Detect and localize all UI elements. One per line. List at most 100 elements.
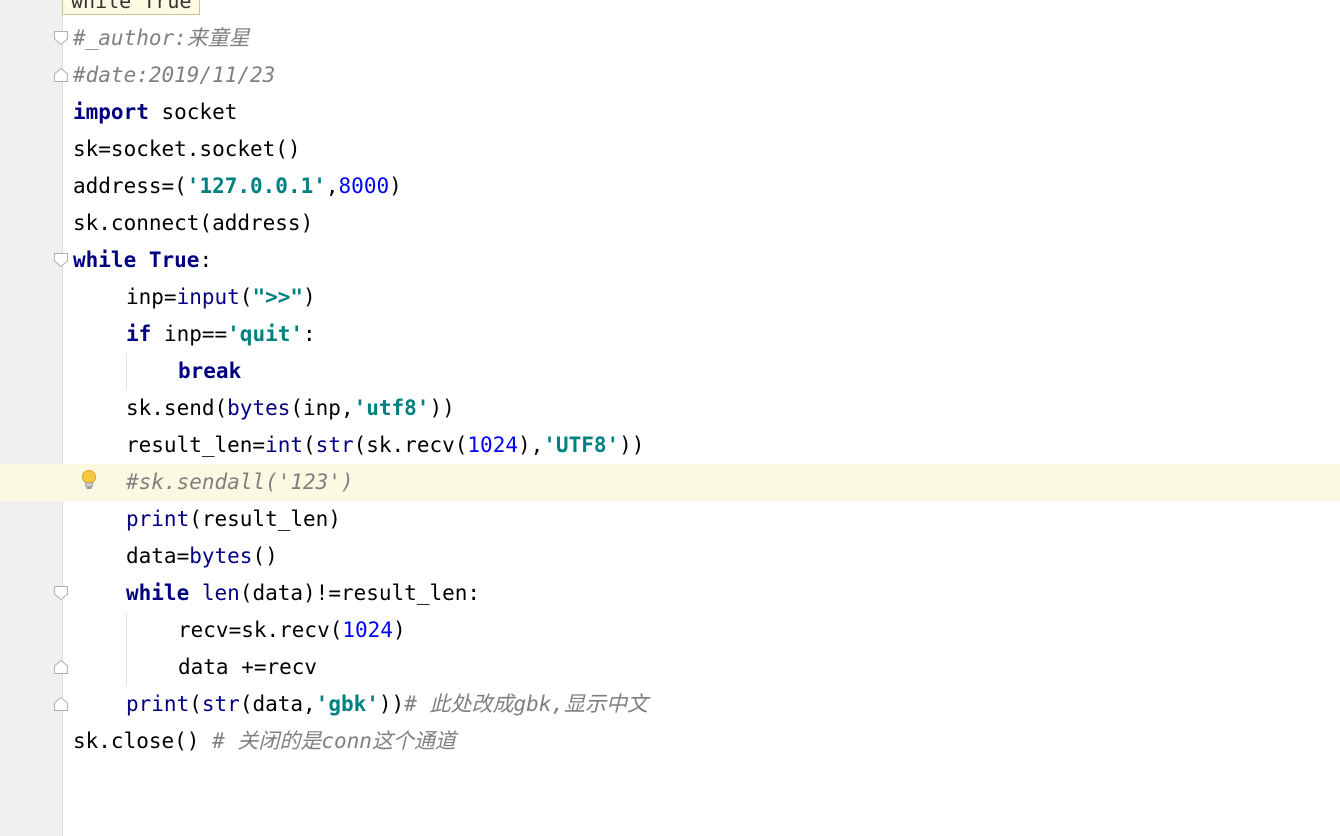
code-token: )	[389, 174, 402, 198]
string-literal: 'quit'	[227, 322, 304, 346]
code-token: (	[189, 692, 202, 716]
code-line[interactable]: sk.close() # 关闭的是conn这个通道	[0, 723, 1340, 760]
code-text: data=bytes()	[126, 538, 278, 575]
code-line[interactable]: data +=recv	[0, 649, 1340, 686]
code-text: break	[178, 353, 241, 390]
string-literal: 'utf8'	[353, 396, 430, 420]
code-token: socket	[148, 100, 238, 124]
code-text: sk.connect(address)	[73, 211, 314, 235]
builtin-name: bytes	[189, 544, 253, 568]
code-token: sk.send(	[126, 396, 228, 420]
comment-text: #date:2019/11/23	[73, 63, 276, 87]
code-token: recv=sk.recv(	[178, 618, 343, 642]
fold-end-icon[interactable]	[53, 659, 69, 675]
comment-text: # 关闭的是conn这个通道	[212, 729, 456, 753]
code-text: data +=recv	[178, 655, 318, 679]
code-token: ))	[619, 433, 645, 457]
code-token: sk.close()	[73, 729, 213, 753]
code-line[interactable]: address=('127.0.0.1',8000)	[0, 168, 1340, 205]
code-line[interactable]: inp=input(">>")	[0, 279, 1340, 316]
fold-marker-icon[interactable]	[53, 30, 69, 46]
code-token: (data,	[239, 692, 316, 716]
code-token: (result_len)	[189, 507, 341, 531]
fold-end-icon[interactable]	[53, 67, 69, 83]
code-token: (sk.recv(	[353, 433, 468, 457]
code-line[interactable]: print(result_len)	[0, 501, 1340, 538]
code-line[interactable]: sk.send(bytes(inp,'utf8'))	[0, 390, 1340, 427]
code-token: ,	[325, 174, 339, 198]
keyword: while	[73, 248, 137, 272]
code-text: sk.close() # 关闭的是conn这个通道	[73, 723, 456, 760]
code-token: (data)!=result_len:	[239, 581, 481, 605]
string-literal: 'gbk'	[315, 692, 379, 716]
code-token: ()	[252, 544, 278, 568]
keyword: import	[73, 100, 149, 124]
code-token: (inp,	[290, 396, 354, 420]
code-text: sk.send(bytes(inp,'utf8'))	[126, 390, 455, 427]
code-token: inp==	[151, 322, 228, 346]
code-line[interactable]: import socket	[0, 94, 1340, 131]
code-token: :	[199, 248, 213, 272]
code-line[interactable]: recv=sk.recv(1024)	[0, 612, 1340, 649]
code-editor[interactable]: while True #_author:来童星 #date:2019/11/23…	[0, 0, 1340, 836]
code-text: while True:	[73, 242, 212, 279]
builtin-name: bytes	[227, 396, 291, 420]
comment-text: # 此处改成gbk,显示中文	[404, 692, 649, 716]
code-token: ))	[429, 396, 455, 420]
code-line[interactable]: #_author:来童星	[0, 20, 1340, 57]
code-token: data=	[126, 544, 190, 568]
string-literal: '127.0.0.1'	[186, 174, 326, 198]
code-line[interactable]: break	[0, 353, 1340, 390]
number-literal: 1024	[467, 433, 518, 457]
code-text: if inp=='quit':	[126, 316, 316, 353]
code-text: address=('127.0.0.1',8000)	[73, 168, 402, 205]
code-text: sk=socket.socket()	[73, 137, 301, 161]
code-tooltip: while True	[62, 0, 201, 15]
lightbulb-icon[interactable]	[80, 469, 98, 495]
fold-marker-icon[interactable]	[53, 585, 69, 601]
string-literal: 'UTF8'	[543, 433, 620, 457]
code-line[interactable]: while True:	[0, 242, 1340, 279]
code-token: inp=	[126, 285, 177, 309]
builtin-name: len	[201, 581, 240, 605]
builtin-name: int	[265, 433, 304, 457]
code-line[interactable]: data=bytes()	[0, 538, 1340, 575]
builtin-name: input	[176, 285, 240, 309]
code-text: inp=input(">>")	[126, 279, 316, 316]
keyword: while	[126, 581, 190, 605]
code-token: ),	[517, 433, 544, 457]
code-line[interactable]: sk=socket.socket()	[0, 131, 1340, 168]
code-line[interactable]: if inp=='quit':	[0, 316, 1340, 353]
fold-marker-icon[interactable]	[53, 252, 69, 268]
code-token: (	[303, 433, 316, 457]
builtin-name: str	[201, 692, 240, 716]
code-line[interactable]: while len(data)!=result_len:	[0, 575, 1340, 612]
comment-text: #sk.sendall('123')	[126, 470, 354, 494]
code-text: print(result_len)	[126, 501, 341, 538]
keyword: break	[178, 359, 242, 383]
current-code-line[interactable]: #sk.sendall('123')	[0, 464, 1340, 501]
string-literal: ">>"	[252, 285, 304, 309]
code-text: result_len=int(str(sk.recv(1024),'UTF8')…	[126, 427, 644, 464]
code-token: :	[303, 322, 316, 346]
builtin-name: str	[315, 433, 354, 457]
code-line[interactable]: sk.connect(address)	[0, 205, 1340, 242]
builtin-name: print	[126, 692, 190, 716]
keyword: if	[126, 322, 152, 346]
code-line[interactable]: print(str(data,'gbk'))# 此处改成gbk,显示中文	[0, 686, 1340, 723]
code-token: (	[239, 285, 253, 309]
code-text: while len(data)!=result_len:	[126, 575, 480, 612]
code-token: result_len=	[126, 433, 266, 457]
code-area[interactable]: #_author:来童星 #date:2019/11/23 import soc…	[0, 20, 1340, 760]
code-token: address=(	[73, 174, 187, 198]
code-token: )	[392, 618, 406, 642]
keyword: True	[148, 248, 200, 272]
fold-end-icon[interactable]	[53, 696, 69, 712]
code-line[interactable]: #date:2019/11/23	[0, 57, 1340, 94]
code-line[interactable]: result_len=int(str(sk.recv(1024),'UTF8')…	[0, 427, 1340, 464]
code-token: ))	[378, 692, 405, 716]
builtin-name: print	[126, 507, 190, 531]
code-token: )	[303, 285, 316, 309]
